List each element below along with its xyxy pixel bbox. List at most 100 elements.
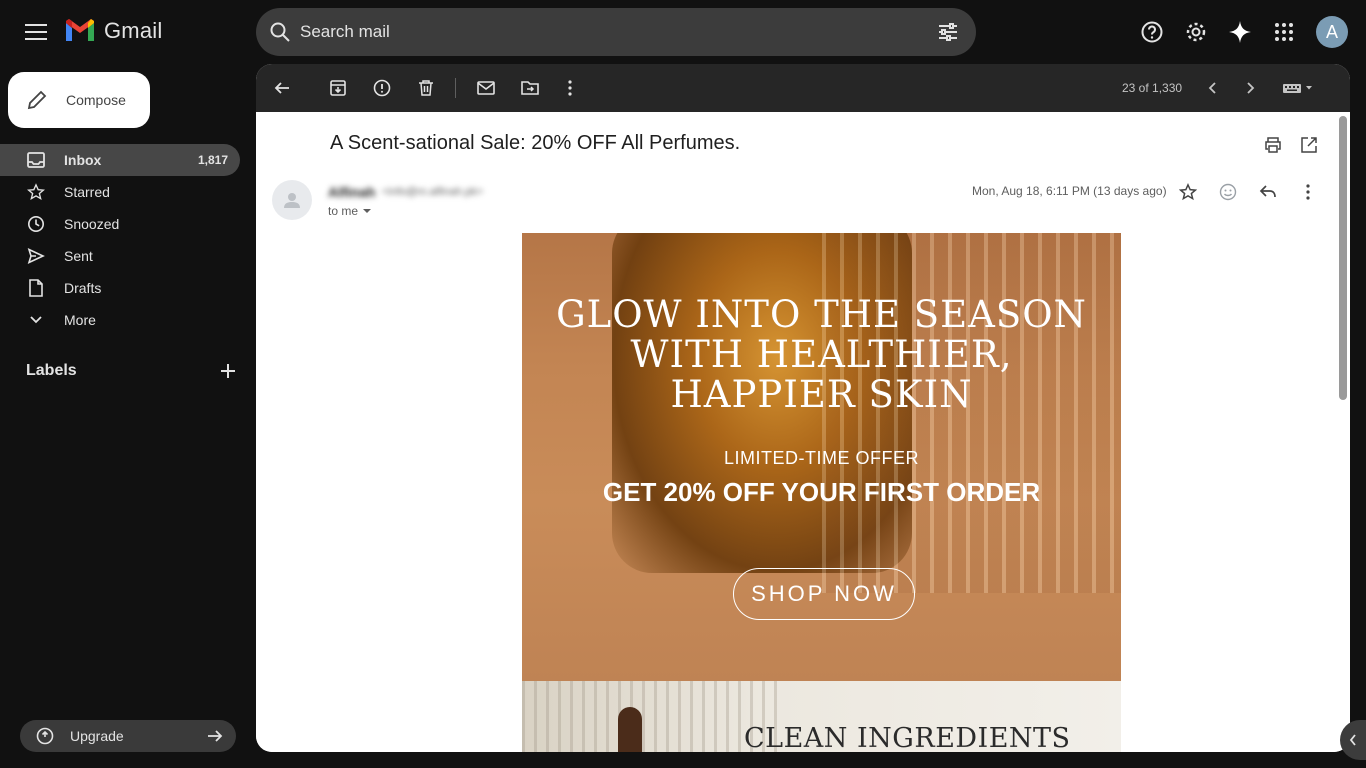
sidebar-item-sent[interactable]: Sent — [0, 240, 240, 272]
sender-name[interactable]: Alfinah — [328, 184, 375, 200]
sidebar-item-label: More — [64, 312, 96, 328]
gemini-button[interactable] — [1224, 14, 1256, 50]
labels-title: Labels — [26, 362, 77, 379]
compose-button[interactable]: Compose — [8, 72, 150, 128]
sidebar-item-label: Inbox — [64, 152, 102, 168]
report-spam-button[interactable] — [370, 76, 394, 100]
upgrade-button[interactable]: Upgrade — [20, 720, 236, 752]
side-panel-toggle[interactable] — [1340, 720, 1366, 760]
top-bar: Gmail A — [0, 0, 1366, 64]
ingredients-banner: CLEAN INGREDIENTS — [522, 681, 1121, 752]
emoji-reaction-button[interactable] — [1216, 180, 1240, 204]
add-label-icon[interactable] — [220, 363, 236, 379]
more-vert-icon — [1306, 184, 1310, 200]
move-folder-icon — [521, 80, 539, 96]
promo-banner: GLOW INTO THE SEASON WITH HEALTHIER, HAP… — [522, 233, 1121, 681]
archive-icon — [329, 79, 347, 97]
mark-unread-button[interactable] — [474, 76, 498, 100]
unread-count: 1,817 — [197, 153, 228, 167]
report-icon — [373, 79, 391, 97]
pencil-icon — [26, 89, 48, 111]
compose-label: Compose — [66, 92, 126, 108]
gear-icon — [1184, 20, 1208, 44]
help-icon — [1140, 20, 1164, 44]
reply-button[interactable] — [1256, 180, 1280, 204]
sidebar-item-label: Sent — [64, 248, 93, 264]
chevron-right-icon — [1246, 81, 1256, 95]
account-avatar[interactable]: A — [1316, 16, 1348, 48]
arrow-right-icon — [206, 728, 224, 744]
dropper-bottle-image — [618, 707, 642, 752]
shop-now-button[interactable]: SHOP NOW — [733, 568, 915, 620]
sidebar-item-label: Snoozed — [64, 216, 120, 232]
upgrade-label: Upgrade — [70, 728, 124, 744]
upgrade-info-icon — [36, 727, 54, 745]
older-button[interactable] — [1239, 76, 1263, 100]
sidebar-item-label: Drafts — [64, 280, 102, 296]
settings-button[interactable] — [1180, 14, 1212, 50]
main-menu-button[interactable] — [20, 16, 52, 48]
message-content: A Scent-sational Sale: 20% OFF All Perfu… — [256, 112, 1334, 752]
back-button[interactable] — [270, 76, 294, 100]
delete-button[interactable] — [414, 76, 438, 100]
sidebar-nav: Inbox 1,817 Starred Snoozed Sent Drafts … — [0, 144, 240, 336]
message-panel: 23 of 1,330 A Scent-sational Sale: 20% O… — [256, 64, 1350, 752]
reply-icon — [1259, 184, 1277, 200]
message-actions — [1176, 180, 1320, 204]
headline-line: HAPPIER SKIN — [670, 373, 973, 416]
gmail-m-icon — [64, 19, 96, 43]
recipient-label: to me — [328, 204, 359, 218]
sidebar-item-starred[interactable]: Starred — [0, 176, 240, 208]
labels-header: Labels — [26, 362, 236, 380]
offer-label: LIMITED-TIME OFFER — [724, 448, 919, 468]
ribbed-texture — [522, 681, 782, 752]
message-subject: A Scent-sational Sale: 20% OFF All Perfu… — [330, 132, 741, 154]
message-more-button[interactable] — [1296, 180, 1320, 204]
caret-down-icon — [362, 208, 372, 214]
trash-icon — [418, 79, 434, 97]
open-in-new-window-icon[interactable] — [1300, 136, 1318, 154]
emoji-icon — [1219, 183, 1237, 201]
recipient-details[interactable]: to me — [328, 204, 372, 218]
gmail-logo[interactable]: Gmail — [64, 18, 162, 44]
newer-button[interactable] — [1200, 76, 1224, 100]
search-bar[interactable] — [256, 8, 976, 56]
search-options-icon[interactable] — [936, 20, 960, 44]
sidebar-item-drafts[interactable]: Drafts — [0, 272, 240, 304]
top-right-actions: A — [1136, 14, 1348, 50]
message-scrollbar[interactable] — [1334, 112, 1350, 752]
star-button[interactable] — [1176, 180, 1200, 204]
star-icon — [26, 182, 46, 202]
google-apps-button[interactable] — [1268, 14, 1300, 50]
draft-icon — [26, 278, 46, 298]
sender-avatar[interactable] — [272, 180, 312, 220]
print-icon[interactable] — [1264, 136, 1282, 154]
hamburger-menu-icon — [25, 24, 47, 40]
scrollbar-thumb[interactable] — [1339, 116, 1347, 400]
toolbar-divider — [455, 78, 456, 98]
move-to-button[interactable] — [518, 76, 542, 100]
headline-line: GLOW INTO THE SEASON — [556, 293, 1087, 336]
apps-grid-icon — [1274, 22, 1294, 42]
sidebar-item-label: Starred — [64, 184, 110, 200]
sidebar-item-more[interactable]: More — [0, 304, 240, 336]
send-icon — [26, 246, 46, 266]
chevron-down-icon — [26, 310, 46, 330]
app-name: Gmail — [104, 18, 163, 43]
keyboard-icon — [1282, 82, 1314, 94]
input-tools-button[interactable] — [1278, 76, 1318, 100]
search-input[interactable] — [300, 18, 900, 46]
more-actions-button[interactable] — [558, 76, 582, 100]
sender-email: <info@m.alfinah.pk> — [382, 186, 484, 198]
sidebar-item-inbox[interactable]: Inbox 1,817 — [0, 144, 240, 176]
subject-actions — [1264, 136, 1318, 154]
search-icon[interactable] — [268, 20, 292, 44]
arrow-left-icon — [273, 80, 291, 96]
archive-button[interactable] — [326, 76, 350, 100]
sidebar-item-snoozed[interactable]: Snoozed — [0, 208, 240, 240]
support-button[interactable] — [1136, 14, 1168, 50]
more-vert-icon — [568, 80, 572, 96]
inbox-icon — [26, 150, 46, 170]
ingredients-title: CLEAN INGREDIENTS — [744, 723, 1071, 752]
message-date: Mon, Aug 18, 6:11 PM (13 days ago) — [972, 184, 1167, 198]
